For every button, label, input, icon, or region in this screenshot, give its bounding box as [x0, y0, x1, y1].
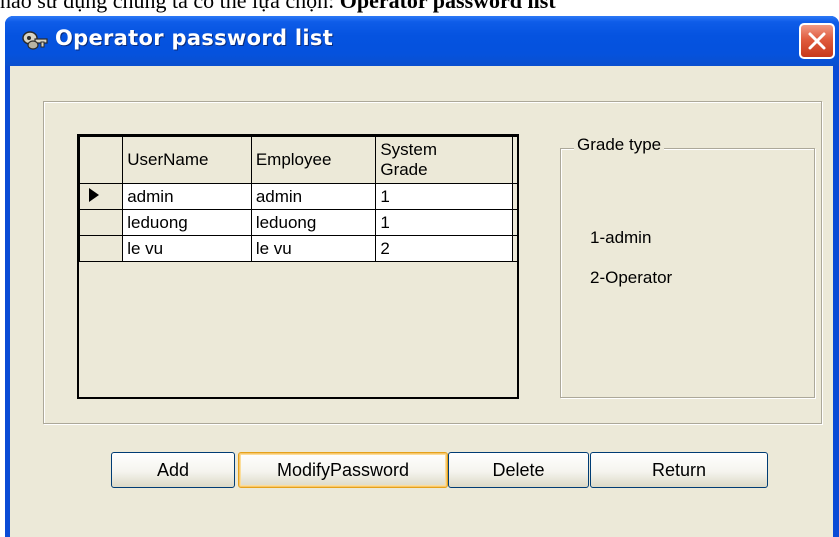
cell-username[interactable]: leduong	[122, 209, 252, 236]
cell-grade[interactable]: 1	[375, 183, 513, 210]
delete-button[interactable]: Delete	[448, 452, 589, 488]
cell-employee[interactable]: admin	[250, 183, 377, 210]
grade-type-item: 1-admin	[590, 228, 652, 247]
table-row[interactable]: leduong leduong 1	[78, 209, 517, 236]
grid-header-row: UserName Employee System Grade	[78, 136, 517, 184]
cell-employee[interactable]: leduong	[250, 209, 377, 236]
operator-password-window: Operator password list UserName Employee…	[5, 16, 839, 537]
grid-filler-header	[511, 136, 517, 184]
operator-grid[interactable]: UserName Employee System Grade admin adm…	[77, 134, 519, 399]
row-header-cell[interactable]	[78, 183, 124, 210]
row-header-cell[interactable]	[78, 209, 124, 236]
grid-filler-cell	[511, 183, 517, 210]
close-button[interactable]	[799, 23, 835, 59]
grade-type-item: 2-Operator	[590, 268, 673, 287]
add-button[interactable]: Add	[111, 452, 235, 488]
column-header-system-grade[interactable]: System Grade	[375, 136, 513, 184]
document-text: nào sử dụng chúng ta có thể lựa chọn: Op…	[0, 0, 839, 16]
title-bar[interactable]: Operator password list	[5, 16, 839, 66]
table-row[interactable]: admin admin 1	[78, 183, 517, 210]
system-grade-label: System Grade	[380, 140, 438, 179]
column-header-username[interactable]: UserName	[122, 136, 252, 184]
grid-corner-cell	[78, 136, 124, 184]
window-title: Operator password list	[55, 26, 334, 50]
operator-table: UserName Employee System Grade admin adm…	[78, 136, 517, 262]
cell-grade[interactable]: 2	[375, 235, 513, 262]
row-header-cell[interactable]	[78, 235, 124, 262]
document-text-prefix: nào sử dụng chúng ta có thể lựa chọn:	[0, 0, 340, 13]
document-text-bold: Operator password list	[339, 0, 556, 13]
grade-type-title: Grade type	[574, 135, 665, 155]
cell-employee[interactable]: le vu	[250, 235, 377, 262]
cell-username[interactable]: le vu	[122, 235, 252, 262]
keys-icon	[21, 29, 49, 53]
return-button[interactable]: Return	[590, 452, 768, 488]
modify-password-button[interactable]: ModifyPassword	[238, 452, 448, 488]
table-row[interactable]: le vu le vu 2	[78, 235, 517, 262]
cell-grade[interactable]: 1	[375, 209, 513, 236]
current-row-indicator-icon	[89, 187, 122, 207]
client-area: UserName Employee System Grade admin adm…	[10, 66, 833, 537]
grid-filler-cell	[511, 235, 517, 262]
column-header-employee[interactable]: Employee	[250, 136, 377, 184]
grid-filler-cell	[511, 209, 517, 236]
cell-username[interactable]: admin	[122, 183, 252, 210]
